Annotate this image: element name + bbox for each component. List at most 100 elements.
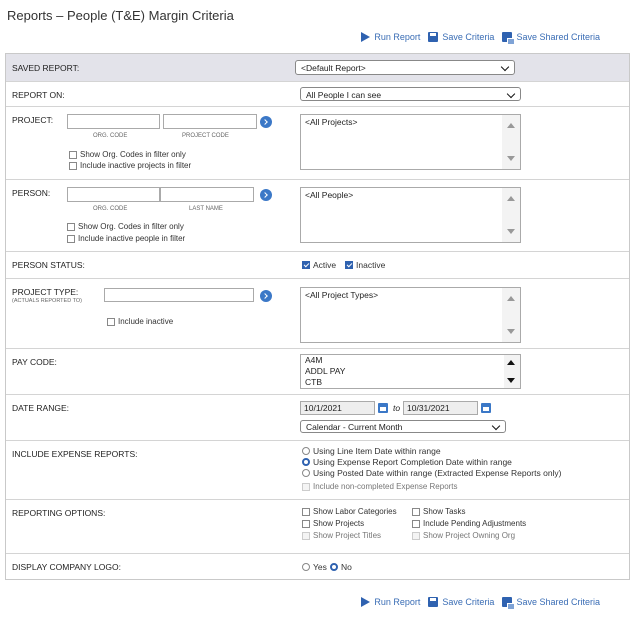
project-code-caption: PROJECT CODE [182,133,229,139]
calendar-icon[interactable] [481,403,491,413]
page-title: Reports – People (T&E) Margin Criteria [7,8,234,23]
project-type-list[interactable]: <All Project Types> [300,287,521,343]
date-range-label: DATE RANGE: [12,403,69,413]
save-shared-icon [502,597,516,610]
company-logo-row: DISPLAY COMPANY LOGO: Yes No [6,554,629,579]
report-on-row: REPORT ON: All People I can see [6,82,629,107]
calendar-icon[interactable] [378,403,388,413]
non-completed-checkbox[interactable]: Include non-completed Expense Reports [302,482,458,491]
saved-report-label: SAVED REPORT: [12,63,80,73]
list-item[interactable]: ADDL PAY [305,366,516,377]
scroll-up-icon [507,360,515,365]
show-tasks-checkbox[interactable]: Show Tasks [412,507,466,516]
project-type-input[interactable] [104,288,254,302]
date-period-select[interactable]: Calendar - Current Month [300,420,506,433]
company-logo-label: DISPLAY COMPANY LOGO: [12,562,121,572]
project-row: PROJECT: ORG. CODE PROJECT CODE Show Org… [6,107,629,180]
posted-date-radio[interactable]: Using Posted Date within range (Extracte… [302,468,562,478]
run-icon [361,32,371,42]
top-toolbar: Run Report Save Criteria Save Shared Cri… [361,32,600,45]
person-status-label: PERSON STATUS: [12,260,85,270]
scroll-up-icon [507,123,515,128]
pay-code-label: PAY CODE: [12,357,57,367]
person-show-org-codes-checkbox[interactable]: Show Org. Codes in filter only [67,222,184,231]
scrollbar[interactable] [504,355,520,388]
date-from-input[interactable]: 10/1/2021 [300,401,375,415]
save-shared-criteria-button[interactable]: Save Shared Criteria [502,32,600,45]
save-criteria-button[interactable]: Save Criteria [428,32,494,42]
person-list[interactable]: <All People> [300,187,521,243]
project-type-caption: (ACTUALS REPORTED TO) [12,298,82,304]
expense-reports-label: INCLUDE EXPENSE REPORTS: [12,449,138,459]
run-icon [361,597,371,607]
date-to-input[interactable]: 10/31/2021 [403,401,478,415]
org-code-caption: ORG. CODE [93,206,128,212]
list-item[interactable]: CTB [305,377,516,388]
date-range-row: DATE RANGE: 10/1/2021 to 10/31/2021 Cale… [6,395,629,441]
project-type-include-inactive-checkbox[interactable]: Include inactive [107,317,173,326]
last-name-caption: LAST NAME [189,206,223,212]
list-item[interactable]: A4M [305,355,516,366]
person-go-icon[interactable] [260,189,272,201]
project-list[interactable]: <All Projects> [300,114,521,170]
pay-code-row: PAY CODE: A4M ADDL PAY CTB [6,349,629,395]
person-status-row: PERSON STATUS: Active Inactive [6,252,629,279]
person-row: PERSON: ORG. CODE LAST NAME Show Org. Co… [6,180,629,252]
inactive-checkbox[interactable]: Inactive [345,260,385,270]
scroll-up-icon [507,196,515,201]
save-shared-icon [502,32,516,45]
reporting-options-row: REPORTING OPTIONS: Show Labor Categories… [6,500,629,554]
project-go-icon[interactable] [260,116,272,128]
report-on-select[interactable]: All People I can see [300,87,521,101]
active-checkbox[interactable]: Active [302,260,336,270]
chevron-down-icon [500,62,510,72]
project-type-label: PROJECT TYPE: [12,287,79,297]
person-label: PERSON: [12,188,51,198]
saved-report-row: SAVED REPORT: <Default Report> [6,54,629,82]
run-report-button[interactable]: Run Report [361,32,420,42]
org-code-caption: ORG. CODE [93,133,128,139]
report-on-label: REPORT ON: [12,90,65,100]
logo-yes-radio[interactable]: Yes [302,562,327,572]
expense-reports-row: INCLUDE EXPENSE REPORTS: Using Line Item… [6,441,629,500]
show-project-titles-checkbox[interactable]: Show Project Titles [302,531,381,540]
person-include-inactive-checkbox[interactable]: Include inactive people in filter [67,234,185,243]
show-project-owning-org-checkbox[interactable]: Show Project Owning Org [412,531,515,540]
show-labor-categories-checkbox[interactable]: Show Labor Categories [302,507,397,516]
scrollbar[interactable] [502,188,520,242]
saved-report-select[interactable]: <Default Report> [295,60,515,75]
project-type-go-icon[interactable] [260,290,272,302]
scroll-up-icon [507,296,515,301]
reporting-options-label: REPORTING OPTIONS: [12,508,106,518]
show-projects-checkbox[interactable]: Show Projects [302,519,364,528]
project-label: PROJECT: [12,115,54,125]
criteria-form: SAVED REPORT: <Default Report> REPORT ON… [5,53,630,580]
pay-code-list[interactable]: A4M ADDL PAY CTB [300,354,521,389]
line-item-date-radio[interactable]: Using Line Item Date within range [302,446,441,456]
logo-no-radio[interactable]: No [330,562,352,572]
scroll-down-icon [507,229,515,234]
scroll-down-icon [507,329,515,334]
save-icon [428,32,439,42]
scroll-down-icon [507,378,515,383]
project-include-inactive-checkbox[interactable]: Include inactive projects in filter [69,161,191,170]
person-org-code-input[interactable] [67,187,160,202]
completion-date-radio[interactable]: Using Expense Report Completion Date wit… [302,457,512,467]
save-shared-criteria-button[interactable]: Save Shared Criteria [502,597,600,610]
save-icon [428,597,439,607]
scroll-down-icon [507,156,515,161]
bottom-toolbar: Run Report Save Criteria Save Shared Cri… [361,597,600,610]
date-range-to-text: to [393,403,401,413]
project-type-row: PROJECT TYPE: (ACTUALS REPORTED TO) Incl… [6,279,629,349]
include-pending-adjustments-checkbox[interactable]: Include Pending Adjustments [412,519,526,528]
scrollbar[interactable] [502,288,520,342]
chevron-down-icon [491,421,501,431]
project-code-input[interactable] [163,114,257,129]
scrollbar[interactable] [502,115,520,169]
run-report-button[interactable]: Run Report [361,597,420,607]
project-org-code-input[interactable] [67,114,160,129]
save-criteria-button[interactable]: Save Criteria [428,597,494,607]
chevron-down-icon [506,89,516,99]
person-last-name-input[interactable] [160,187,254,202]
project-show-org-codes-checkbox[interactable]: Show Org. Codes in filter only [69,150,186,159]
